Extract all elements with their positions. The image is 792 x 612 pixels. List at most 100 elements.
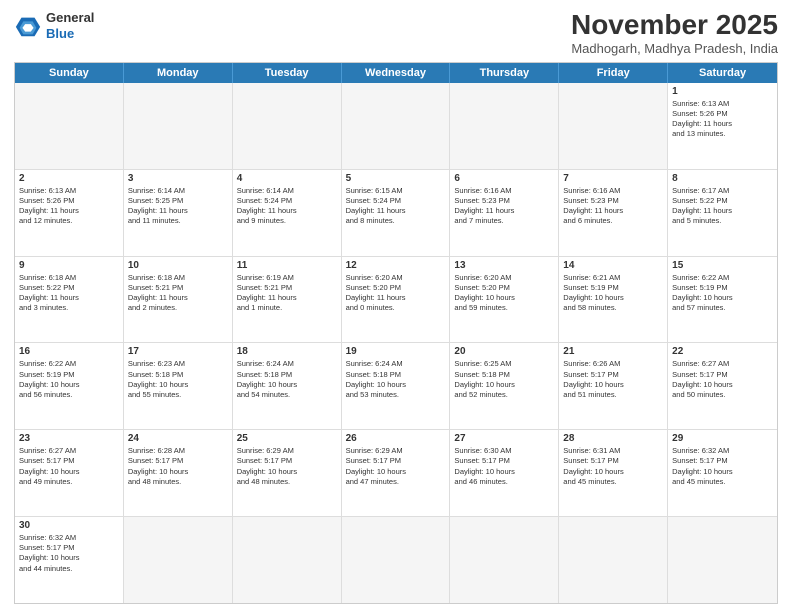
day-header-sunday: Sunday (15, 63, 124, 83)
day-cell (124, 517, 233, 603)
day-headers: SundayMondayTuesdayWednesdayThursdayFrid… (15, 63, 777, 83)
day-header-thursday: Thursday (450, 63, 559, 83)
day-info: Sunrise: 6:29 AM Sunset: 5:17 PM Dayligh… (237, 446, 337, 487)
day-info: Sunrise: 6:28 AM Sunset: 5:17 PM Dayligh… (128, 446, 228, 487)
calendar: SundayMondayTuesdayWednesdayThursdayFrid… (14, 62, 778, 604)
day-cell (233, 83, 342, 169)
day-header-tuesday: Tuesday (233, 63, 342, 83)
day-info: Sunrise: 6:27 AM Sunset: 5:17 PM Dayligh… (672, 359, 773, 400)
day-cell: 13Sunrise: 6:20 AM Sunset: 5:20 PM Dayli… (450, 257, 559, 343)
day-cell: 30Sunrise: 6:32 AM Sunset: 5:17 PM Dayli… (15, 517, 124, 603)
day-cell (15, 83, 124, 169)
day-cell: 9 Sunrise: 6:18 AM Sunset: 5:22 PM Daylig… (15, 257, 124, 343)
day-cell: 14 Sunrise: 6:21 AM Sunset: 5:19 PM Dayli… (559, 257, 668, 343)
day-info: Sunrise: 6:14 AM Sunset: 5:25 PM Dayligh… (128, 186, 228, 227)
day-number: 16 (19, 346, 119, 357)
day-cell: 24 Sunrise: 6:28 AM Sunset: 5:17 PM Dayli… (124, 430, 233, 516)
calendar-row: 16Sunrise: 6:22 AM Sunset: 5:19 PM Dayli… (15, 342, 777, 429)
day-number: 2 (19, 173, 119, 184)
logo: General Blue (14, 10, 94, 41)
day-number: 15 (672, 260, 773, 271)
day-cell: 19Sunrise: 6:24 AM Sunset: 5:18 PM Dayli… (342, 343, 451, 429)
day-cell: 17Sunrise: 6:23 AM Sunset: 5:18 PM Dayli… (124, 343, 233, 429)
day-cell: 1 Sunrise: 6:13 AM Sunset: 5:26 PM Daylig… (668, 83, 777, 169)
day-info: Sunrise: 6:29 AM Sunset: 5:17 PM Dayligh… (346, 446, 446, 487)
day-number: 8 (672, 173, 773, 184)
day-cell (450, 83, 559, 169)
day-number: 5 (346, 173, 446, 184)
day-cell (233, 517, 342, 603)
day-info: Sunrise: 6:15 AM Sunset: 5:24 PM Dayligh… (346, 186, 446, 227)
month-title: November 2025 (571, 10, 778, 41)
day-number: 3 (128, 173, 228, 184)
day-cell: 20 Sunrise: 6:25 AM Sunset: 5:18 PM Dayli… (450, 343, 559, 429)
day-cell: 10Sunrise: 6:18 AM Sunset: 5:21 PM Dayli… (124, 257, 233, 343)
day-info: Sunrise: 6:32 AM Sunset: 5:17 PM Dayligh… (672, 446, 773, 487)
day-number: 30 (19, 520, 119, 531)
day-cell: 2Sunrise: 6:13 AM Sunset: 5:26 PM Daylig… (15, 170, 124, 256)
day-info: Sunrise: 6:26 AM Sunset: 5:17 PM Dayligh… (563, 359, 663, 400)
logo-text: General Blue (46, 10, 94, 41)
day-info: Sunrise: 6:25 AM Sunset: 5:18 PM Dayligh… (454, 359, 554, 400)
day-number: 27 (454, 433, 554, 444)
calendar-row: 30Sunrise: 6:32 AM Sunset: 5:17 PM Dayli… (15, 516, 777, 603)
day-number: 9 (19, 260, 119, 271)
day-info: Sunrise: 6:18 AM Sunset: 5:22 PM Dayligh… (19, 273, 119, 314)
day-number: 28 (563, 433, 663, 444)
title-block: November 2025 Madhogarh, Madhya Pradesh,… (571, 10, 778, 56)
day-cell (668, 517, 777, 603)
day-cell: 3 Sunrise: 6:14 AM Sunset: 5:25 PM Daylig… (124, 170, 233, 256)
day-cell: 16Sunrise: 6:22 AM Sunset: 5:19 PM Dayli… (15, 343, 124, 429)
day-cell (342, 83, 451, 169)
day-number: 4 (237, 173, 337, 184)
calendar-row: 2Sunrise: 6:13 AM Sunset: 5:26 PM Daylig… (15, 169, 777, 256)
day-cell: 22 Sunrise: 6:27 AM Sunset: 5:17 PM Dayli… (668, 343, 777, 429)
day-number: 21 (563, 346, 663, 357)
day-info: Sunrise: 6:17 AM Sunset: 5:22 PM Dayligh… (672, 186, 773, 227)
day-info: Sunrise: 6:22 AM Sunset: 5:19 PM Dayligh… (672, 273, 773, 314)
day-number: 24 (128, 433, 228, 444)
day-number: 22 (672, 346, 773, 357)
subtitle: Madhogarh, Madhya Pradesh, India (571, 41, 778, 56)
day-info: Sunrise: 6:14 AM Sunset: 5:24 PM Dayligh… (237, 186, 337, 227)
logo-icon (14, 12, 42, 40)
day-cell (450, 517, 559, 603)
day-number: 14 (563, 260, 663, 271)
day-number: 25 (237, 433, 337, 444)
day-info: Sunrise: 6:31 AM Sunset: 5:17 PM Dayligh… (563, 446, 663, 487)
day-cell (559, 517, 668, 603)
day-cell: 8 Sunrise: 6:17 AM Sunset: 5:22 PM Daylig… (668, 170, 777, 256)
day-number: 18 (237, 346, 337, 357)
day-cell: 15 Sunrise: 6:22 AM Sunset: 5:19 PM Dayli… (668, 257, 777, 343)
calendar-row: 9 Sunrise: 6:18 AM Sunset: 5:22 PM Daylig… (15, 256, 777, 343)
day-number: 10 (128, 260, 228, 271)
day-header-monday: Monday (124, 63, 233, 83)
day-cell: 25 Sunrise: 6:29 AM Sunset: 5:17 PM Dayli… (233, 430, 342, 516)
day-cell: 23Sunrise: 6:27 AM Sunset: 5:17 PM Dayli… (15, 430, 124, 516)
day-cell (124, 83, 233, 169)
day-info: Sunrise: 6:20 AM Sunset: 5:20 PM Dayligh… (346, 273, 446, 314)
day-number: 6 (454, 173, 554, 184)
calendar-row: 1 Sunrise: 6:13 AM Sunset: 5:26 PM Daylig… (15, 83, 777, 169)
logo-blue: Blue (46, 26, 74, 41)
day-cell: 11Sunrise: 6:19 AM Sunset: 5:21 PM Dayli… (233, 257, 342, 343)
day-info: Sunrise: 6:30 AM Sunset: 5:17 PM Dayligh… (454, 446, 554, 487)
day-info: Sunrise: 6:16 AM Sunset: 5:23 PM Dayligh… (454, 186, 554, 227)
day-number: 1 (672, 86, 773, 97)
day-number: 17 (128, 346, 228, 357)
logo-general: General (46, 10, 94, 25)
header: General Blue November 2025 Madhogarh, Ma… (14, 10, 778, 56)
page: General Blue November 2025 Madhogarh, Ma… (0, 0, 792, 612)
day-cell: 4 Sunrise: 6:14 AM Sunset: 5:24 PM Daylig… (233, 170, 342, 256)
day-cell: 28 Sunrise: 6:31 AM Sunset: 5:17 PM Dayli… (559, 430, 668, 516)
day-number: 20 (454, 346, 554, 357)
day-info: Sunrise: 6:27 AM Sunset: 5:17 PM Dayligh… (19, 446, 119, 487)
day-number: 11 (237, 260, 337, 271)
day-info: Sunrise: 6:13 AM Sunset: 5:26 PM Dayligh… (672, 99, 773, 140)
day-number: 13 (454, 260, 554, 271)
day-cell: 12Sunrise: 6:20 AM Sunset: 5:20 PM Dayli… (342, 257, 451, 343)
day-info: Sunrise: 6:21 AM Sunset: 5:19 PM Dayligh… (563, 273, 663, 314)
day-cell: 21 Sunrise: 6:26 AM Sunset: 5:17 PM Dayli… (559, 343, 668, 429)
day-info: Sunrise: 6:16 AM Sunset: 5:23 PM Dayligh… (563, 186, 663, 227)
day-cell: 5 Sunrise: 6:15 AM Sunset: 5:24 PM Daylig… (342, 170, 451, 256)
